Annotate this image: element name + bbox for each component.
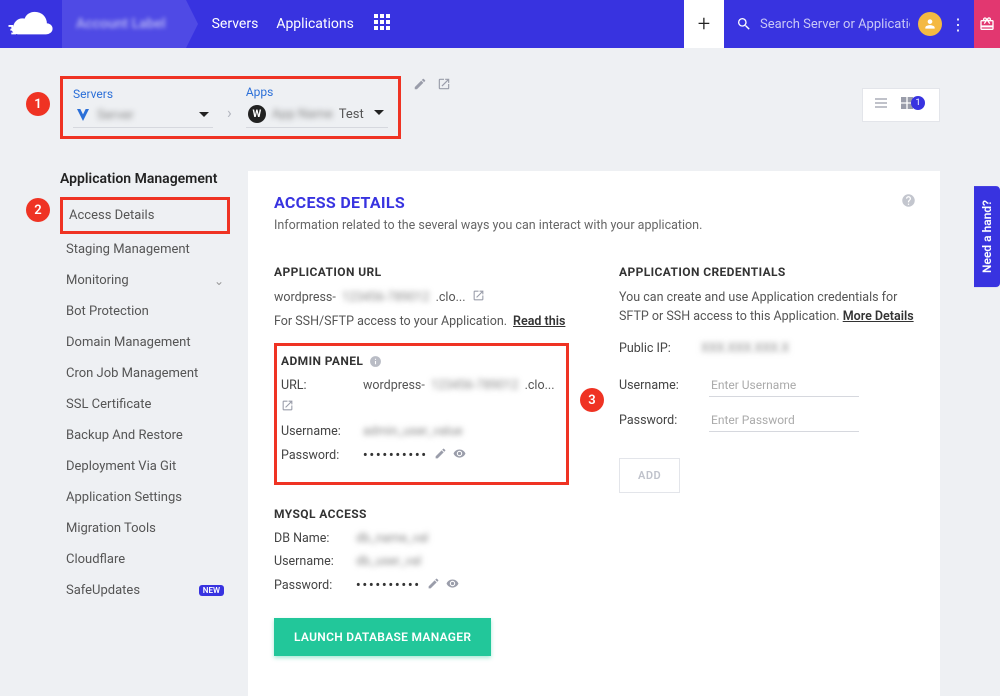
admin-panel-highlight: 3 ADMIN PANEL URL: wordpress-123456-7890… xyxy=(274,343,569,485)
gift-icon[interactable] xyxy=(974,0,1000,48)
app-selector-col: Apps W App Name Test xyxy=(246,85,388,128)
breadcrumb-separator: › xyxy=(227,103,232,122)
view-toggle: 1 xyxy=(862,88,940,122)
read-this-link[interactable]: Read this xyxy=(513,314,565,329)
credentials-desc: You can create and use Application crede… xyxy=(619,289,914,327)
password-masked: •••••••••• xyxy=(356,578,421,593)
sidebar-item-bot-protection[interactable]: Bot Protection xyxy=(60,296,230,327)
panel-columns: APPLICATION URL wordpress-123456-789012.… xyxy=(274,265,914,656)
right-column: APPLICATION CREDENTIALS You can create a… xyxy=(619,265,914,656)
sidebar-item-cloudflare[interactable]: Cloudflare xyxy=(60,544,230,575)
breadcrumb: Servers Server › Apps W App Name Test xyxy=(0,48,1000,139)
chevron-down-icon: ⌄ xyxy=(214,274,224,288)
top-nav: Account Label Servers Applications + ⋮ xyxy=(0,0,1000,48)
breadcrumb-highlight: Servers Server › Apps W App Name Test xyxy=(60,76,401,139)
account-name: Account Label xyxy=(76,16,166,32)
apps-grid-icon[interactable] xyxy=(374,14,390,34)
app-url-line: wordpress-123456-789012.clo... xyxy=(274,289,569,306)
add-credential-button[interactable]: ADD xyxy=(619,458,680,493)
password-masked: •••••••••• xyxy=(363,448,428,463)
edit-icon[interactable] xyxy=(413,76,427,95)
more-menu-icon[interactable]: ⋮ xyxy=(950,15,966,34)
public-ip-line: Public IP: XXX.XXX.XXX.X xyxy=(619,341,914,356)
main-area: Application Management Access Details St… xyxy=(0,139,1000,696)
ssh-note-line: For SSH/SFTP access to your Application.… xyxy=(274,314,569,329)
sidebar-item-monitoring[interactable]: Monitoring⌄ xyxy=(60,265,230,296)
eye-icon[interactable] xyxy=(453,447,466,464)
admin-panel-heading: ADMIN PANEL xyxy=(281,354,556,368)
edit-icon[interactable] xyxy=(427,577,440,594)
left-column: APPLICATION URL wordpress-123456-789012.… xyxy=(274,265,569,656)
cred-username-row: Username: xyxy=(619,374,914,397)
open-external-icon[interactable] xyxy=(281,399,294,416)
panel-title: ACCESS DETAILS xyxy=(274,193,914,212)
app-name-blur: App Name xyxy=(272,107,333,122)
caret-down-icon xyxy=(374,107,384,122)
apps-label: Apps xyxy=(246,85,388,99)
cred-username-input[interactable] xyxy=(709,374,859,397)
sidebar-item-staging[interactable]: Staging Management xyxy=(60,234,230,265)
nav-links: Servers Applications xyxy=(212,16,354,32)
new-badge: NEW xyxy=(199,585,224,596)
sidebar-item-backup[interactable]: Backup And Restore xyxy=(60,420,230,451)
add-button[interactable]: + xyxy=(684,0,724,48)
launch-db-manager-button[interactable]: LAUNCH DATABASE MANAGER xyxy=(274,618,491,656)
server-selector[interactable]: Server xyxy=(73,105,213,128)
account-tab[interactable]: Account Label xyxy=(62,0,186,48)
sidebar-item-safeupdates[interactable]: SafeUpdatesNEW xyxy=(60,575,230,606)
edit-icon[interactable] xyxy=(434,447,447,464)
cred-password-row: Password: xyxy=(619,409,914,432)
admin-password-line: Password: •••••••••• xyxy=(281,447,556,464)
sidebar-item-cron[interactable]: Cron Job Management xyxy=(60,358,230,389)
search-area xyxy=(736,16,910,32)
sidebar-item-app-settings[interactable]: Application Settings xyxy=(60,482,230,513)
search-input[interactable] xyxy=(760,17,910,32)
mysql-db-line: DB Name: db_name_val xyxy=(274,531,569,546)
sidebar-item-ssl[interactable]: SSL Certificate xyxy=(60,389,230,420)
user-avatar[interactable] xyxy=(918,12,942,36)
content-panel: ACCESS DETAILS Information related to th… xyxy=(248,171,940,696)
caret-down-icon xyxy=(199,109,209,124)
mysql-pass-line: Password: •••••••••• xyxy=(274,577,569,594)
need-a-hand-tab[interactable]: Need a hand? xyxy=(974,186,1000,287)
annotation-marker-3: 3 xyxy=(580,388,604,412)
servers-label: Servers xyxy=(73,87,213,101)
admin-url-line: URL: wordpress-123456-789012.clo... xyxy=(281,378,556,416)
server-name: Server xyxy=(97,108,134,123)
eye-icon[interactable] xyxy=(446,577,459,594)
open-external-icon[interactable] xyxy=(437,76,451,95)
list-view-icon[interactable] xyxy=(873,95,889,115)
server-selector-col: Servers Server xyxy=(73,87,213,128)
search-icon xyxy=(736,16,752,32)
cred-password-input[interactable] xyxy=(709,409,859,432)
wordpress-icon: W xyxy=(248,105,266,123)
nav-applications[interactable]: Applications xyxy=(276,16,354,32)
mysql-heading: MYSQL ACCESS xyxy=(274,507,569,521)
help-icon[interactable] xyxy=(901,193,916,212)
open-external-icon[interactable] xyxy=(472,289,485,306)
panel-subtitle: Information related to the several ways … xyxy=(274,218,914,233)
credentials-heading: APPLICATION CREDENTIALS xyxy=(619,265,914,279)
app-selector[interactable]: W App Name Test xyxy=(246,103,388,128)
brand-logo[interactable] xyxy=(0,0,62,48)
sidebar-item-git[interactable]: Deployment Via Git xyxy=(60,451,230,482)
sidebar-item-migration[interactable]: Migration Tools xyxy=(60,513,230,544)
mysql-section: MYSQL ACCESS DB Name: db_name_val Userna… xyxy=(274,507,569,656)
breadcrumb-actions xyxy=(413,76,451,101)
sidebar-item-domain[interactable]: Domain Management xyxy=(60,327,230,358)
app-name-suffix: Test xyxy=(339,107,364,122)
admin-username-line: Username: admin_user_value xyxy=(281,424,556,439)
app-url-heading: APPLICATION URL xyxy=(274,265,569,279)
sidebar-title: Application Management xyxy=(60,171,230,187)
sidebar: Application Management Access Details St… xyxy=(60,171,230,696)
more-details-link[interactable]: More Details xyxy=(843,309,914,324)
info-icon[interactable] xyxy=(369,355,382,368)
sidebar-item-access-details[interactable]: Access Details xyxy=(60,197,230,234)
grid-view-icon[interactable]: 1 xyxy=(899,95,929,116)
provider-icon xyxy=(75,107,91,123)
mysql-user-line: Username: db_user_val xyxy=(274,554,569,569)
annotation-marker-2: 2 xyxy=(26,198,50,222)
nav-servers[interactable]: Servers xyxy=(212,16,259,32)
view-badge: 1 xyxy=(911,96,925,110)
